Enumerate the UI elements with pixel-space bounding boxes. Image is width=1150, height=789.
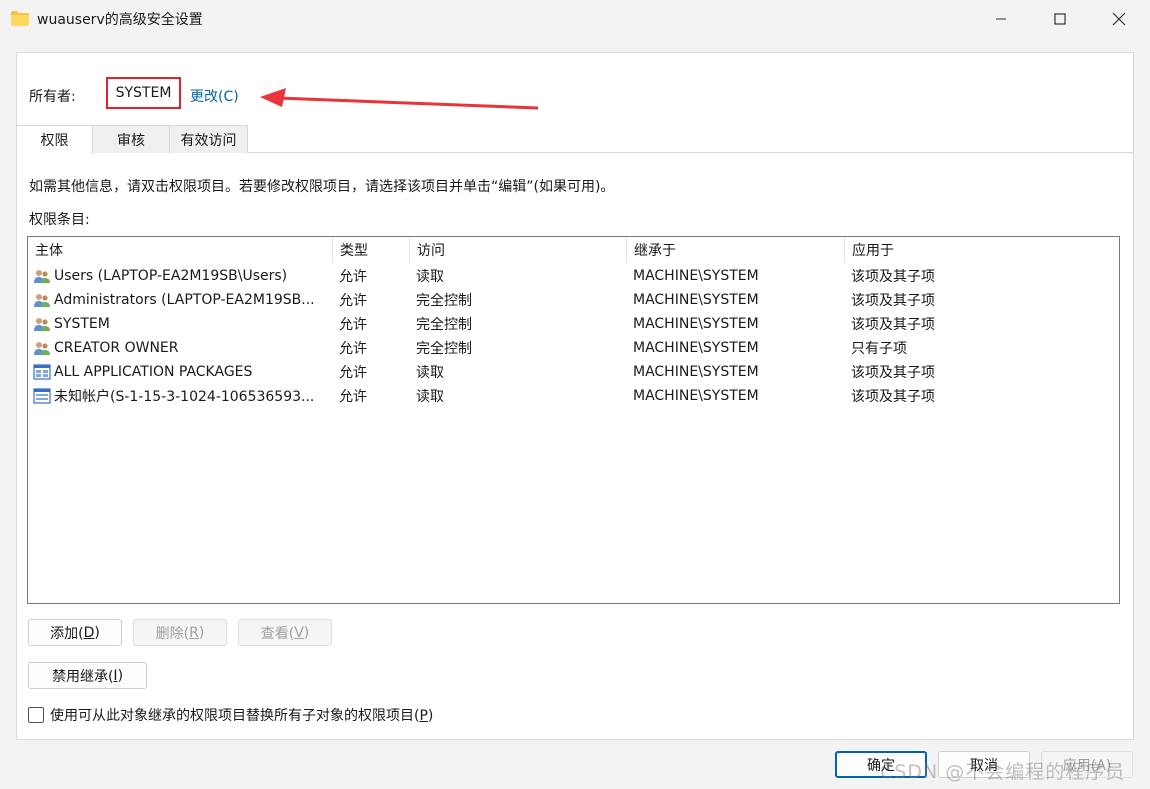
users-icon bbox=[34, 318, 50, 331]
cell-applies-to: 该项及其子项 bbox=[851, 293, 935, 309]
cell-access: 读取 bbox=[416, 365, 444, 381]
owner-label: 所有者: bbox=[29, 89, 76, 105]
cell-type: 允许 bbox=[339, 317, 367, 333]
owner-name: SYSTEM bbox=[115, 85, 172, 101]
cell-applies-to: 该项及其子项 bbox=[851, 269, 935, 285]
remove-button-label: 删除( bbox=[155, 625, 190, 642]
checkbox-accesskey: P bbox=[419, 708, 428, 724]
add-button-accesskey: D bbox=[83, 624, 95, 641]
minimize-icon bbox=[996, 18, 1006, 20]
cell-inherited-from: MACHINE\SYSTEM bbox=[633, 388, 759, 404]
maximize-button[interactable] bbox=[1037, 0, 1083, 38]
table-row[interactable]: 未知帐户(S-1-15-3-1024-106536593... 允许 读取 MA… bbox=[28, 384, 1119, 408]
add-button[interactable]: 添加(D) bbox=[28, 619, 122, 646]
disable-inheritance-button[interactable]: 禁用继承(I) bbox=[28, 662, 147, 689]
cell-access: 读取 bbox=[416, 389, 444, 405]
change-owner-link[interactable]: 更改(C) bbox=[190, 86, 239, 106]
users-icon bbox=[34, 294, 50, 307]
remove-button-label-end: ) bbox=[198, 624, 205, 641]
app-packages-icon bbox=[33, 364, 51, 380]
permission-entries-label: 权限条目: bbox=[29, 212, 90, 228]
cell-principal: CREATOR OWNER bbox=[54, 340, 179, 356]
remove-button-accesskey: R bbox=[189, 624, 199, 641]
table-row[interactable]: Administrators (LAPTOP-EA2M19SB... 允许 完全… bbox=[28, 288, 1119, 312]
cell-type: 允许 bbox=[339, 365, 367, 381]
replace-child-permissions-label: 使用可从此对象继承的权限项目替换所有子对象的权限项目(P) bbox=[50, 705, 433, 725]
column-header-type[interactable]: 类型 bbox=[333, 237, 410, 263]
cell-inherited-from: MACHINE\SYSTEM bbox=[633, 292, 759, 308]
table-row[interactable]: ALL APPLICATION PACKAGES 允许 读取 MACHINE\S… bbox=[28, 360, 1119, 384]
view-button[interactable]: 查看(V) bbox=[238, 619, 332, 646]
replace-child-permissions-checkbox[interactable] bbox=[28, 707, 44, 723]
users-icon bbox=[34, 342, 50, 355]
cell-type: 允许 bbox=[339, 293, 367, 309]
owner-value: SYSTEM bbox=[106, 77, 181, 109]
checkbox-label-end: ) bbox=[427, 708, 434, 724]
cell-applies-to: 该项及其子项 bbox=[851, 365, 935, 381]
replace-child-permissions-option[interactable]: 使用可从此对象继承的权限项目替换所有子对象的权限项目(P) bbox=[28, 705, 433, 725]
table-row[interactable]: Users (LAPTOP-EA2M19SB\Users) 允许 读取 MACH… bbox=[28, 264, 1119, 288]
disable-inheritance-label: 禁用继承( bbox=[51, 668, 114, 685]
tab-effective-access[interactable]: 有效访问 bbox=[169, 125, 248, 153]
cell-access: 读取 bbox=[416, 269, 444, 285]
close-button[interactable] bbox=[1096, 0, 1142, 38]
table-row[interactable]: SYSTEM 允许 完全控制 MACHINE\SYSTEM 该项及其子项 bbox=[28, 312, 1119, 336]
window-title: wuauserv的高级安全设置 bbox=[37, 12, 203, 28]
tab-permissions[interactable]: 权限 bbox=[16, 125, 93, 154]
permission-entries-list[interactable]: 主体 类型 访问 继承于 应用于 Users (LAPTOP-EA2M19SB\… bbox=[27, 236, 1120, 604]
cell-principal: SYSTEM bbox=[54, 316, 110, 332]
cell-type: 允许 bbox=[339, 389, 367, 405]
cell-type: 允许 bbox=[339, 341, 367, 357]
cell-access: 完全控制 bbox=[416, 341, 472, 357]
cell-applies-to: 只有子项 bbox=[851, 341, 907, 357]
view-button-label: 查看( bbox=[260, 625, 295, 642]
cell-inherited-from: MACHINE\SYSTEM bbox=[633, 268, 759, 284]
close-icon bbox=[1112, 12, 1126, 26]
title-bar: wuauserv的高级安全设置 bbox=[0, 0, 1150, 38]
add-button-label-end: ) bbox=[94, 624, 100, 641]
checkbox-label-text: 使用可从此对象继承的权限项目替换所有子对象的权限项目( bbox=[50, 708, 420, 724]
column-header-inherited-from[interactable]: 继承于 bbox=[627, 237, 845, 263]
users-icon bbox=[34, 270, 50, 283]
cell-inherited-from: MACHINE\SYSTEM bbox=[633, 340, 759, 356]
annotation-arrow-icon bbox=[260, 88, 539, 110]
cell-applies-to: 该项及其子项 bbox=[851, 389, 935, 405]
maximize-icon bbox=[1054, 13, 1066, 25]
cell-inherited-from: MACHINE\SYSTEM bbox=[633, 364, 759, 380]
cell-type: 允许 bbox=[339, 269, 367, 285]
view-button-label-end: ) bbox=[303, 624, 310, 641]
disable-inheritance-label-end: ) bbox=[117, 667, 124, 684]
column-header-access[interactable]: 访问 bbox=[410, 237, 627, 263]
cell-principal: Administrators (LAPTOP-EA2M19SB... bbox=[54, 292, 315, 308]
remove-button[interactable]: 删除(R) bbox=[133, 619, 227, 646]
cell-inherited-from: MACHINE\SYSTEM bbox=[633, 316, 759, 332]
cell-principal: Users (LAPTOP-EA2M19SB\Users) bbox=[54, 268, 288, 284]
column-header-principal[interactable]: 主体 bbox=[28, 237, 333, 263]
view-button-accesskey: V bbox=[294, 624, 304, 641]
add-button-label: 添加( bbox=[50, 625, 84, 642]
info-text: 如需其他信息，请双击权限项目。若要修改权限项目，请选择该项目并单击“编辑”(如果… bbox=[29, 179, 615, 195]
minimize-button[interactable] bbox=[978, 0, 1024, 38]
cell-applies-to: 该项及其子项 bbox=[851, 317, 935, 333]
tab-auditing[interactable]: 审核 bbox=[92, 125, 170, 153]
table-row[interactable]: CREATOR OWNER 允许 完全控制 MACHINE\SYSTEM 只有子… bbox=[28, 336, 1119, 360]
column-header-applies-to[interactable]: 应用于 bbox=[845, 237, 1119, 263]
unknown-account-icon bbox=[33, 388, 51, 404]
cell-access: 完全控制 bbox=[416, 293, 472, 309]
folder-icon bbox=[11, 11, 29, 26]
watermark: CSDN @不会编程的程序员 bbox=[880, 761, 1126, 783]
cell-principal: 未知帐户(S-1-15-3-1024-106536593... bbox=[54, 389, 315, 405]
cell-principal: ALL APPLICATION PACKAGES bbox=[54, 364, 253, 380]
cell-access: 完全控制 bbox=[416, 317, 472, 333]
